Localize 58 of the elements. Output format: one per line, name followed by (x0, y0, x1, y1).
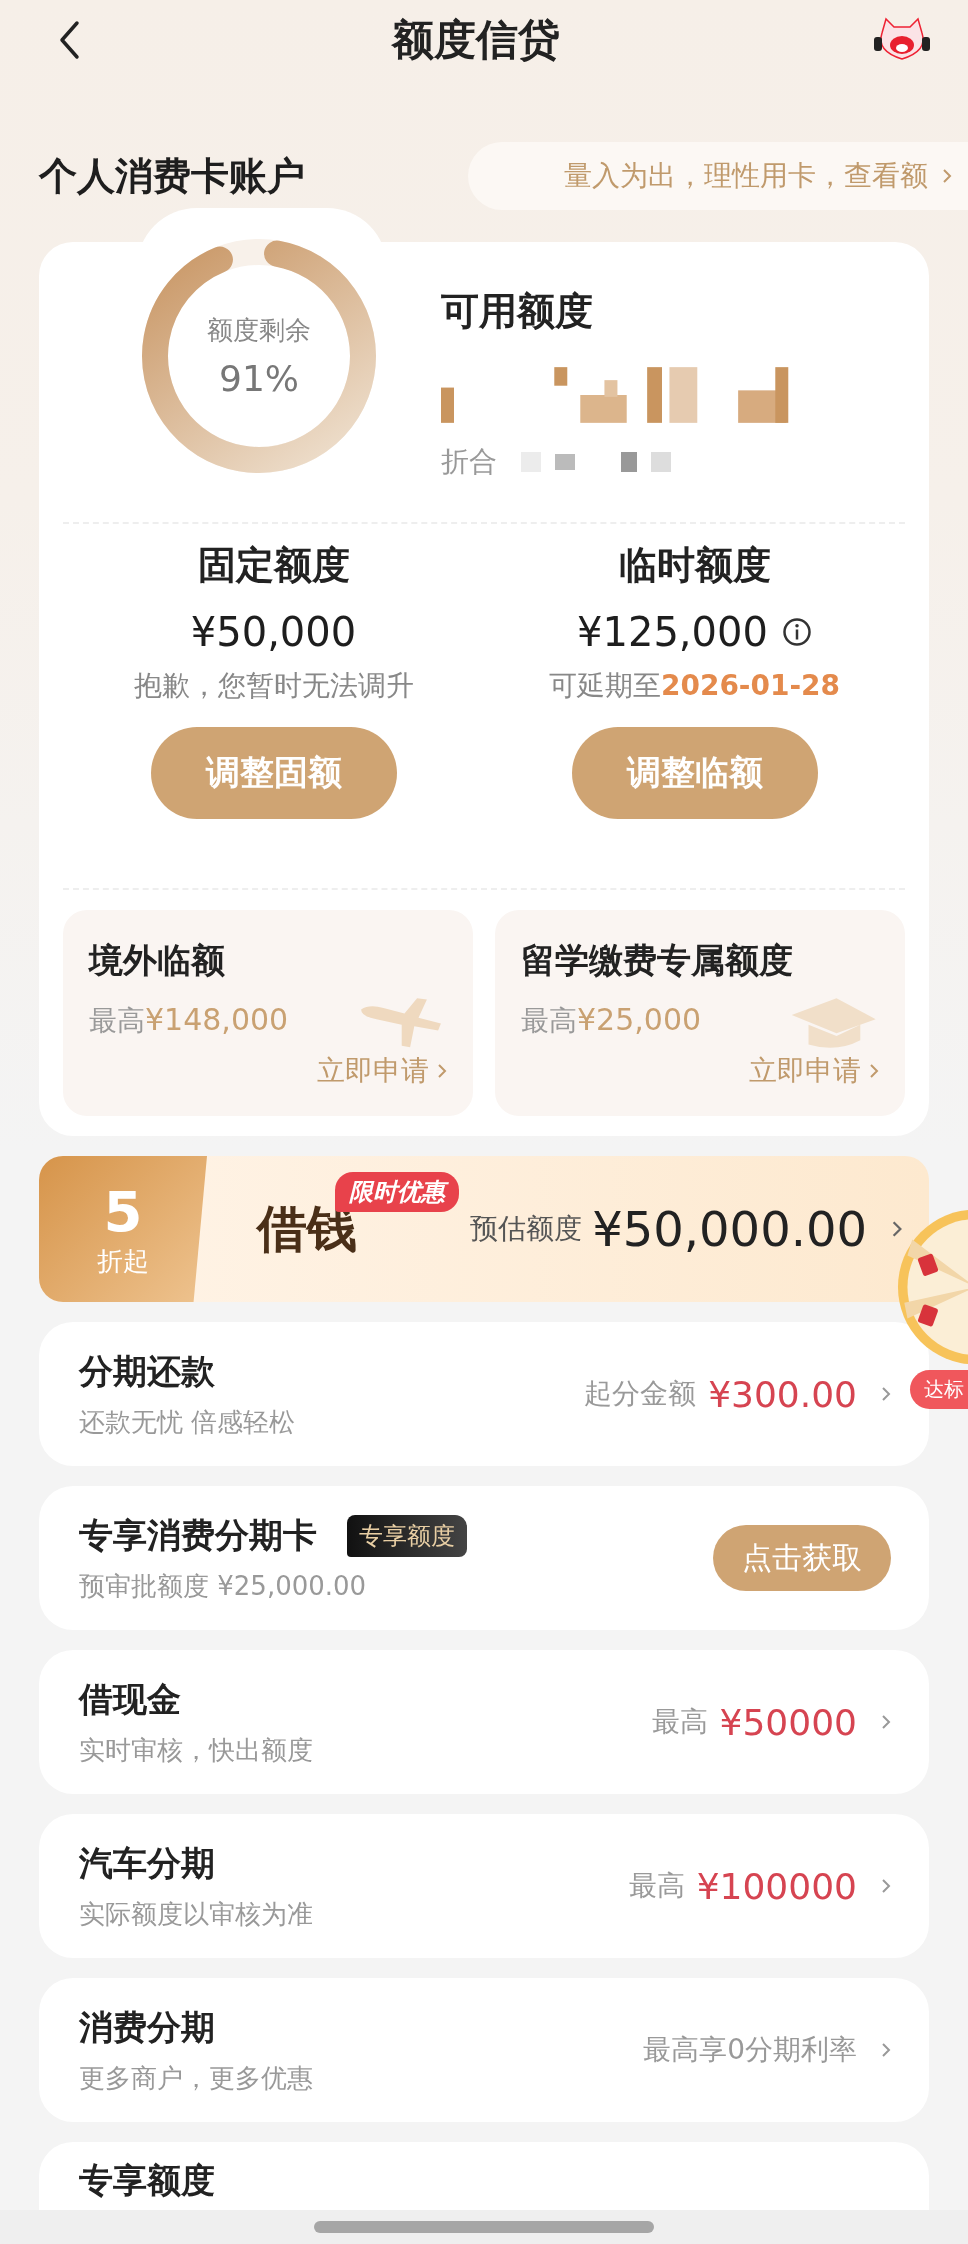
chevron-icon (437, 1063, 447, 1079)
limit-amount: ¥50,000 (190, 609, 357, 655)
limit-note: 可延期至2026-01-28 (548, 668, 841, 704)
product-subtitle: 实际额度以审核为准 (79, 1897, 313, 1931)
product-subtitle: 预审批额度 ¥25,000.00 (79, 1569, 368, 1603)
offer-card[interactable]: 境外临额 最高¥148,000 立即申请 (63, 910, 473, 1116)
exclusive-badge: 专享额度 (347, 1514, 467, 1557)
estimate-amount: ¥50,000.00 (592, 1201, 867, 1257)
product-card[interactable]: 专享消费分期卡 专享额度 预审批额度 ¥25,000.00 点击获取 (39, 1486, 929, 1630)
offer-amount: ¥148,000 (145, 1002, 289, 1039)
section-title: 个人消费卡账户 (39, 152, 305, 200)
chevron-icon (869, 1063, 879, 1079)
product-title: 专享额度 (79, 2159, 215, 2202)
product-card[interactable]: 专享额度 (39, 2142, 929, 2210)
product-title: 汽车分期 (79, 1841, 215, 1885)
offer-prefix: 最高 (521, 1003, 577, 1039)
product-title: 分期还款 (79, 1349, 215, 1393)
limit-note: 抱歉，您暂时无法调升 (133, 668, 414, 704)
product-title: 借现金 (79, 1677, 181, 1721)
product-card[interactable]: 借现金 实时审核，快出额度 最高 ¥50000 (39, 1650, 929, 1794)
value-amount: ¥50000 (719, 1701, 857, 1743)
value-amount: ¥300.00 (708, 1373, 857, 1415)
ring-label: 额度剩余 (207, 314, 311, 347)
product-card[interactable]: 消费分期 更多商户，更多优惠 最高享0分期利率 (39, 1978, 929, 2122)
value-label: 最高享0分期利率 (643, 2032, 857, 2068)
chevron-icon (881, 1714, 891, 1730)
offer-card[interactable]: 留学缴费专属额度 最高¥25,000 立即申请 (495, 910, 905, 1116)
product-title: 专享消费分期卡 (79, 1513, 317, 1557)
chevron-icon (881, 2042, 891, 2058)
product-title: 消费分期 (79, 2005, 215, 2049)
offer-title: 留学缴费专属额度 (521, 939, 793, 982)
limit-title: 固定额度 (197, 542, 350, 589)
chevron-icon (881, 1878, 891, 1894)
info-icon[interactable] (781, 617, 812, 647)
chevron-icon (881, 1386, 891, 1402)
converted-label: 折合 (441, 444, 497, 480)
value-amount: ¥100000 (696, 1865, 857, 1907)
discount-value: 5 (103, 1179, 143, 1244)
estimate-label: 预估额度 (470, 1211, 583, 1247)
product-subtitle: 更多商户，更多优惠 (79, 2061, 313, 2095)
product-subtitle: 实时审核，快出额度 (79, 1733, 313, 1767)
ring-percent: 91% (219, 358, 299, 399)
limit-title: 临时额度 (618, 542, 771, 589)
chevron-icon (942, 168, 952, 184)
page-title: 额度信贷 (392, 14, 560, 66)
value-label: 最高 (651, 1704, 708, 1740)
limit-amount: ¥125,000 (577, 609, 768, 655)
back-icon[interactable] (57, 20, 81, 60)
product-card[interactable]: 汽车分期 实际额度以审核为准 最高 ¥100000 (39, 1814, 929, 1958)
available-label: 可用额度 (441, 288, 594, 335)
value-label: 起分金额 (584, 1376, 697, 1412)
offer-amount: ¥25,000 (577, 1002, 702, 1039)
value-label: 最高 (628, 1868, 685, 1904)
offer-prefix: 最高 (89, 1003, 145, 1039)
chevron-icon (891, 1220, 903, 1238)
discount-unit: 折起 (97, 1245, 149, 1278)
product-subtitle: 还款无忧 倍感轻松 (79, 1405, 296, 1439)
offer-title: 境外临额 (89, 939, 225, 982)
